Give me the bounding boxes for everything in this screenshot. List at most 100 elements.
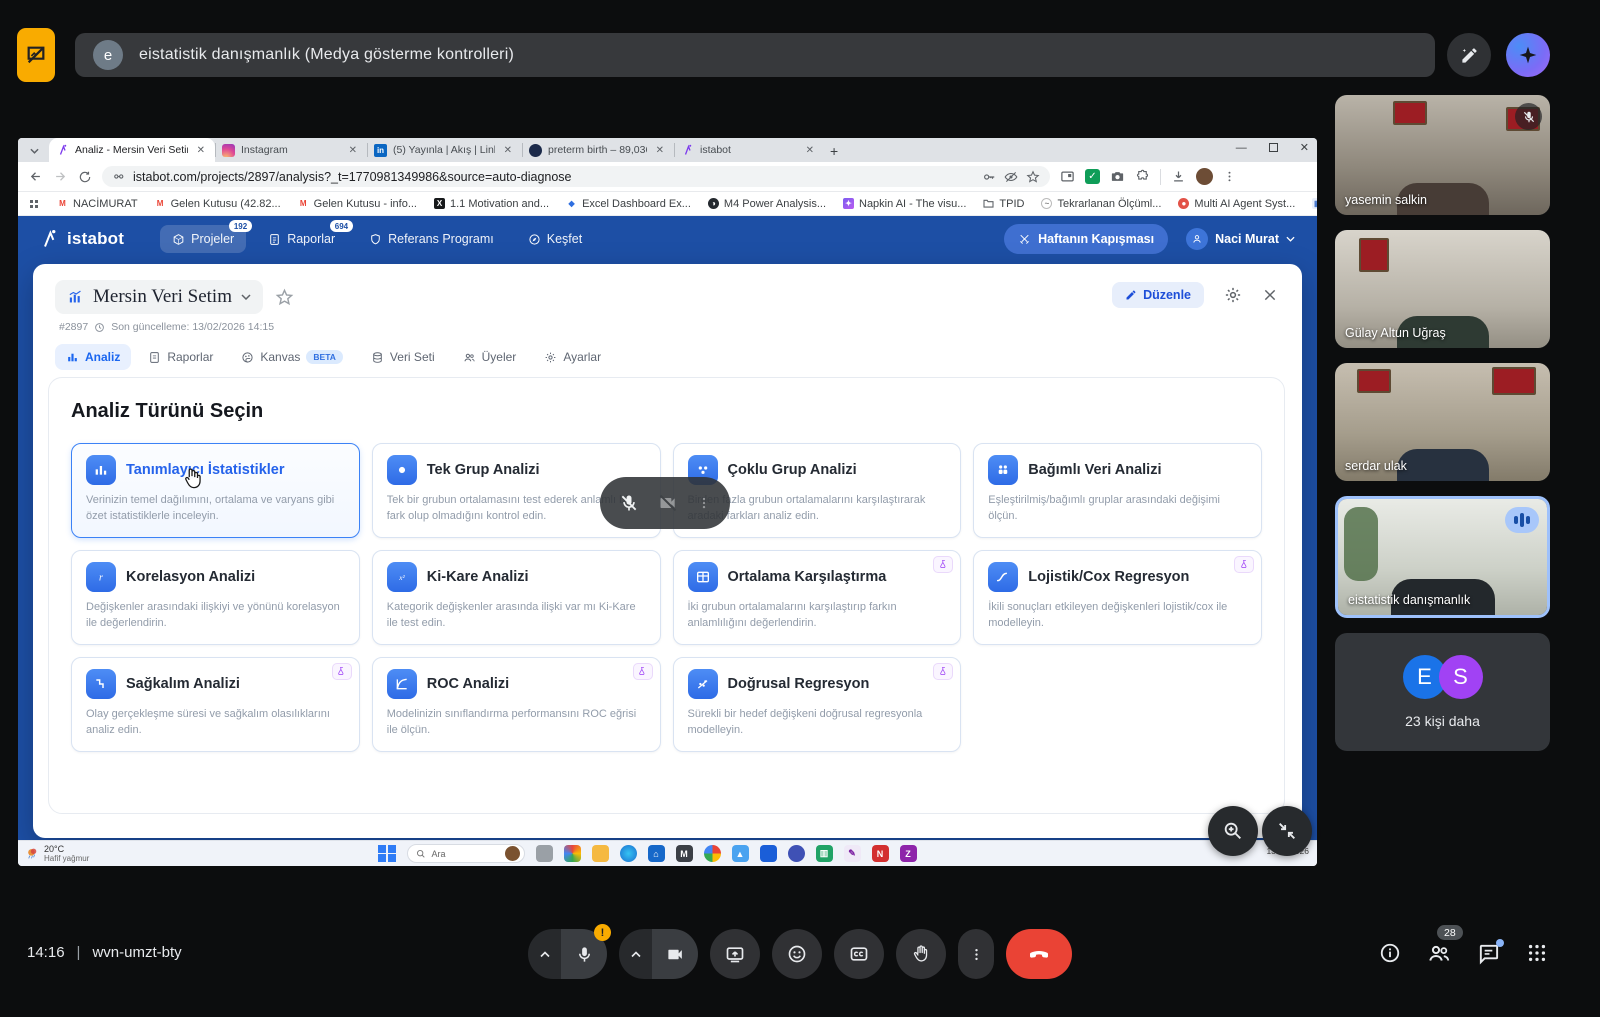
screen-share-banner[interactable]: e eistatistik danışmanlık (Medya gösterm… <box>75 33 1435 77</box>
bookmark-item[interactable]: ~Tekrarlanan Ölçüml... <box>1041 198 1161 210</box>
browser-tab[interactable]: Instagram ✕ <box>215 138 367 162</box>
card-tanimlayici-istatistikler[interactable]: Tanımlayıcı İstatistikler Verinizin teme… <box>71 443 360 538</box>
tab-raporlar[interactable]: Raporlar <box>137 344 224 370</box>
nav-kesfet[interactable]: Keşfet <box>516 225 594 253</box>
extension-check-icon[interactable]: ✓ <box>1085 169 1100 184</box>
participant-tile-yasemin[interactable]: yasemin salkin <box>1335 95 1550 215</box>
start-button[interactable] <box>378 845 396 863</box>
bookmark-item[interactable]: MGelen Kutusu - info... <box>298 198 417 210</box>
tab-close-icon[interactable]: ✕ <box>653 144 667 157</box>
nav-referans-programi[interactable]: Referans Programı <box>357 225 506 253</box>
window-minimize-button[interactable]: — <box>1236 142 1247 154</box>
more-participants-tile[interactable]: E S 23 kişi daha <box>1335 633 1550 751</box>
browser-tab[interactable]: preterm birth – 89,036 – Web o ✕ <box>522 138 674 162</box>
tab-analiz[interactable]: Analiz <box>55 344 131 370</box>
card-korelasyon-analizi[interactable]: r Korelasyon Analizi Değişkenler arasınd… <box>71 550 360 645</box>
privacy-eye-icon[interactable] <box>1004 170 1018 184</box>
site-info-icon[interactable] <box>112 170 125 183</box>
camera-options-button[interactable] <box>619 929 652 979</box>
taskbar-chrome-icon[interactable] <box>704 845 721 862</box>
end-call-button[interactable] <box>1006 929 1072 979</box>
floating-av-controls[interactable] <box>600 477 730 529</box>
taskbar-weather[interactable]: 20°CHafif yağmur <box>26 844 89 863</box>
tab-search-button[interactable] <box>26 142 43 159</box>
annotate-button[interactable] <box>1447 33 1491 77</box>
tab-uyeler[interactable]: Üyeler <box>452 344 528 370</box>
taskbar-store-icon[interactable]: ⌂ <box>648 845 665 862</box>
taskbar-search[interactable]: Ara <box>407 844 525 863</box>
tab-close-icon[interactable]: ✕ <box>501 144 515 157</box>
browser-tab[interactable]: in (5) Yayınla | Akış | LinkedIn ✕ <box>367 138 522 162</box>
nav-projeler[interactable]: Projeler 192 <box>160 225 246 253</box>
more-options-button[interactable] <box>958 929 994 979</box>
istabot-logo[interactable]: istabot <box>40 229 124 249</box>
taskbar-app-icon[interactable]: ▲ <box>732 845 749 862</box>
taskbar-app-icon[interactable]: Z <box>900 845 917 862</box>
bookmark-item[interactable]: ▦Web Transfer Client <box>1312 198 1317 210</box>
taskbar-pen-icon[interactable]: ✎ <box>844 845 861 862</box>
people-panel-button[interactable]: 28 <box>1427 941 1451 965</box>
taskbar-edge-icon[interactable] <box>620 845 637 862</box>
card-bagimli-veri-analizi[interactable]: Bağımlı Veri Analizi Eşleştirilmiş/bağım… <box>973 443 1262 538</box>
present-button[interactable] <box>710 929 760 979</box>
reactions-button[interactable] <box>772 929 822 979</box>
tab-ayarlar[interactable]: Ayarlar <box>533 344 612 370</box>
tab-close-icon[interactable]: ✕ <box>346 144 360 157</box>
gemini-button[interactable] <box>1506 33 1550 77</box>
bookmark-item[interactable]: MGelen Kutusu (42.82... <box>155 198 281 210</box>
tab-close-icon[interactable]: ✕ <box>803 144 817 157</box>
mic-options-button[interactable] <box>528 929 561 979</box>
card-lojistik-cox-regresyon[interactable]: Lojistik/Cox Regresyon İkili sonuçları e… <box>973 550 1262 645</box>
user-menu[interactable]: Naci Murat <box>1186 228 1295 250</box>
taskbar-app-icon[interactable] <box>760 845 777 862</box>
refresh-icon[interactable] <box>78 170 92 184</box>
new-tab-button[interactable]: + <box>830 144 838 158</box>
activities-button[interactable] <box>1526 942 1548 964</box>
participant-tile-eistatistik-speaking[interactable]: eistatistik danışmanlık <box>1335 496 1550 618</box>
tab-veri-seti[interactable]: Veri Seti <box>360 344 446 370</box>
taskbar-app-icon[interactable]: M <box>676 845 693 862</box>
bookmark-folder[interactable]: TPID <box>983 198 1024 210</box>
bookmark-item[interactable]: MNACİMURAT <box>57 198 138 210</box>
raise-hand-button[interactable] <box>896 929 946 979</box>
window-close-button[interactable]: ✕ <box>1300 141 1309 154</box>
browser-tab-active[interactable]: Analiz - Mersin Veri Setim | ista ✕ <box>49 138 215 162</box>
participant-tile-serdar[interactable]: serdar ulak <box>1335 363 1550 481</box>
project-title-dropdown[interactable]: Mersin Veri Setim <box>55 280 263 314</box>
bookmark-item[interactable]: ✦Napkin AI - The visu... <box>843 198 966 210</box>
taskbar-app-icon[interactable] <box>536 845 553 862</box>
card-ortalama-karsilastirma[interactable]: Ortalama Karşılaştırma İki grubun ortala… <box>673 550 962 645</box>
side-panel-icon[interactable] <box>1060 169 1075 184</box>
taskbar-globe-icon[interactable] <box>788 845 805 862</box>
taskbar-chart-icon[interactable]: ▥ <box>816 845 833 862</box>
bookmark-item[interactable]: ◑M4 Power Analysis... <box>708 198 826 210</box>
taskbar-app-icon[interactable] <box>564 845 581 862</box>
forward-icon[interactable] <box>53 169 68 184</box>
extensions-puzzle-icon[interactable] <box>1135 169 1150 184</box>
nav-raporlar[interactable]: Raporlar 694 <box>256 225 347 253</box>
meeting-details-button[interactable] <box>1379 942 1401 964</box>
bookmark-star-icon[interactable] <box>1026 170 1040 184</box>
window-maximize-button[interactable] <box>1269 143 1278 152</box>
favorite-star-icon[interactable] <box>275 288 294 307</box>
tab-close-icon[interactable]: ✕ <box>194 144 208 157</box>
edit-button[interactable]: Düzenle <box>1112 282 1204 308</box>
card-ki-kare-analizi[interactable]: x² Ki-Kare Analizi Kategorik değişkenler… <box>372 550 661 645</box>
captions-button[interactable] <box>834 929 884 979</box>
chat-panel-button[interactable] <box>1477 942 1500 965</box>
week-battle-button[interactable]: Haftanın Kapışması <box>1004 224 1168 254</box>
close-icon[interactable] <box>1262 287 1278 303</box>
card-sagkalim-analizi[interactable]: Sağkalım Analizi Olay gerçekleşme süresi… <box>71 657 360 752</box>
settings-gear-icon[interactable] <box>1224 286 1242 304</box>
passwords-key-icon[interactable] <box>982 170 996 184</box>
profile-avatar[interactable] <box>1196 168 1213 185</box>
zoom-in-overlay-button[interactable] <box>1208 806 1258 856</box>
bookmark-item[interactable]: ◆Excel Dashboard Ex... <box>566 198 691 210</box>
bookmark-item[interactable]: ●Multi AI Agent Syst... <box>1178 198 1295 210</box>
address-bar[interactable]: istabot.com/projects/2897/analysis?_t=17… <box>102 166 1050 187</box>
bookmark-item[interactable]: X1.1 Motivation and... <box>434 198 549 210</box>
download-icon[interactable] <box>1171 169 1186 184</box>
card-dogrusal-regresyon[interactable]: Doğrusal Regresyon Sürekli bir hedef değ… <box>673 657 962 752</box>
exit-fullscreen-overlay-button[interactable] <box>1262 806 1312 856</box>
taskbar-folder-icon[interactable] <box>592 845 609 862</box>
